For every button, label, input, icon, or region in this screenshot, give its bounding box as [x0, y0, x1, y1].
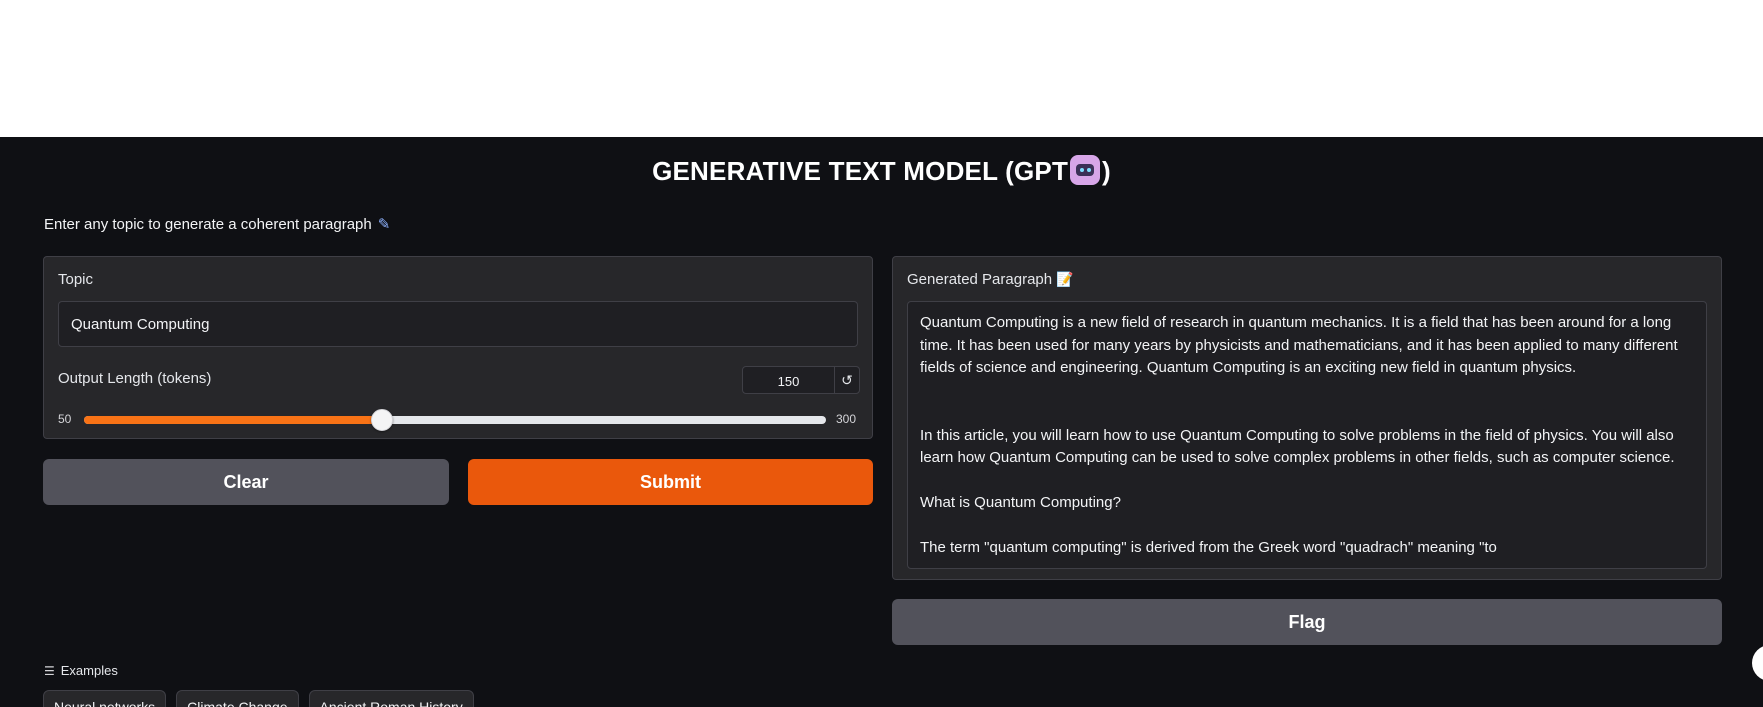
reset-button[interactable]: ↺ — [834, 367, 859, 393]
topic-label: Topic — [58, 271, 94, 288]
floating-circle-button[interactable] — [1752, 645, 1763, 681]
output-length-input[interactable] — [743, 367, 834, 395]
output-paragraph — [920, 515, 1694, 538]
example-chip[interactable]: Ancient Roman History — [308, 690, 474, 707]
output-paragraph — [920, 380, 1694, 403]
document-icon: 📝 — [1056, 271, 1074, 287]
clear-button[interactable]: Clear — [43, 459, 449, 505]
output-length-label: Output Length (tokens) — [58, 370, 212, 387]
slider-min-label: 50 — [58, 412, 72, 426]
output-paragraph — [920, 470, 1694, 493]
topic-input[interactable] — [58, 301, 858, 347]
title-suffix: ) — [1102, 156, 1111, 186]
input-panel: Topic Output Length (tokens) ↺ 50 300 — [43, 256, 873, 439]
pencil-icon: ✎ — [377, 216, 391, 233]
example-chip[interactable]: Neural networks — [43, 690, 167, 707]
output-paragraph: What is Quantum Computing? — [920, 494, 1121, 511]
output-paragraph — [920, 402, 1694, 425]
slider-fill — [84, 416, 381, 424]
examples-list: Neural networks Climate Change Ancient R… — [43, 690, 474, 707]
output-paragraph: Quantum Computing is a new field of rese… — [920, 314, 1682, 376]
flag-button[interactable]: Flag — [892, 599, 1722, 645]
slider-thumb[interactable] — [370, 409, 393, 431]
page-title: GENERATIVE TEXT MODEL (GPT) — [0, 155, 1763, 187]
examples-header: ☰ Examples — [44, 663, 118, 678]
output-label: Generated Paragraph 📝 — [907, 271, 1074, 288]
app-container: GENERATIVE TEXT MODEL (GPT) Enter any to… — [0, 137, 1763, 707]
output-label-text: Generated Paragraph — [907, 271, 1053, 288]
reset-icon: ↺ — [841, 371, 853, 388]
output-paragraph: In this article, you will learn how to u… — [920, 426, 1678, 467]
output-paragraph: The term "quantum computing" is derived … — [920, 539, 1497, 556]
page-subtitle: Enter any topic to generate a coherent p… — [44, 215, 390, 233]
browser-blank-area — [0, 0, 1763, 137]
submit-button[interactable]: Submit — [468, 459, 873, 505]
subtitle-text: Enter any topic to generate a coherent p… — [44, 216, 372, 233]
title-text: GENERATIVE TEXT MODEL (GPT — [652, 156, 1069, 186]
slider-max-label: 300 — [836, 412, 857, 426]
generated-paragraph-textbox[interactable]: Quantum Computing is a new field of rese… — [907, 301, 1707, 569]
output-panel: Generated Paragraph 📝 Quantum Computing i… — [892, 256, 1722, 580]
output-length-number-field: ↺ — [742, 366, 860, 395]
list-icon: ☰ — [44, 663, 55, 678]
example-chip[interactable]: Climate Change — [176, 690, 299, 707]
output-length-slider[interactable] — [84, 409, 826, 431]
robot-icon — [1070, 155, 1101, 185]
examples-label: Examples — [60, 663, 118, 678]
